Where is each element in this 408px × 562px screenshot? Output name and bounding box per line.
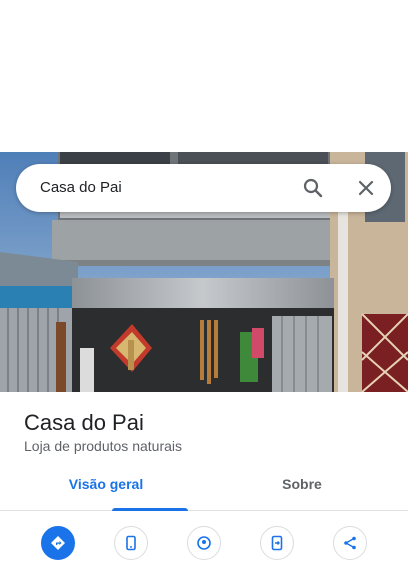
place-title: Casa do Pai xyxy=(24,410,144,435)
tab-overview[interactable]: Visão geral xyxy=(44,464,188,511)
send-to-phone-button[interactable] xyxy=(260,526,294,560)
place-category: Loja de produtos naturais xyxy=(24,438,182,454)
search-icon[interactable] xyxy=(301,176,325,200)
directions-icon xyxy=(51,536,65,550)
share-button[interactable] xyxy=(333,526,367,560)
nearby-icon xyxy=(197,536,211,550)
tab-overview-label: Visão geral xyxy=(68,476,144,492)
call-button[interactable] xyxy=(114,526,148,560)
phone-icon xyxy=(126,535,136,551)
tab-selected-indicator xyxy=(112,508,188,511)
send-to-phone-icon xyxy=(271,535,283,551)
action-buttons xyxy=(0,522,408,562)
directions-button[interactable] xyxy=(41,526,75,560)
tab-about[interactable]: Sobre xyxy=(240,464,364,510)
tab-about-label: Sobre xyxy=(282,476,322,492)
tab-bar: Visão geral Sobre xyxy=(0,464,408,511)
close-icon[interactable] xyxy=(354,176,378,200)
nearby-button[interactable] xyxy=(187,526,221,560)
share-icon xyxy=(344,536,356,550)
place-sheet: Casa do Pai Loja de produtos naturais Vi… xyxy=(0,392,408,560)
search-input[interactable]: Casa do Pai xyxy=(40,164,122,212)
search-bar[interactable]: Casa do Pai xyxy=(16,164,391,212)
